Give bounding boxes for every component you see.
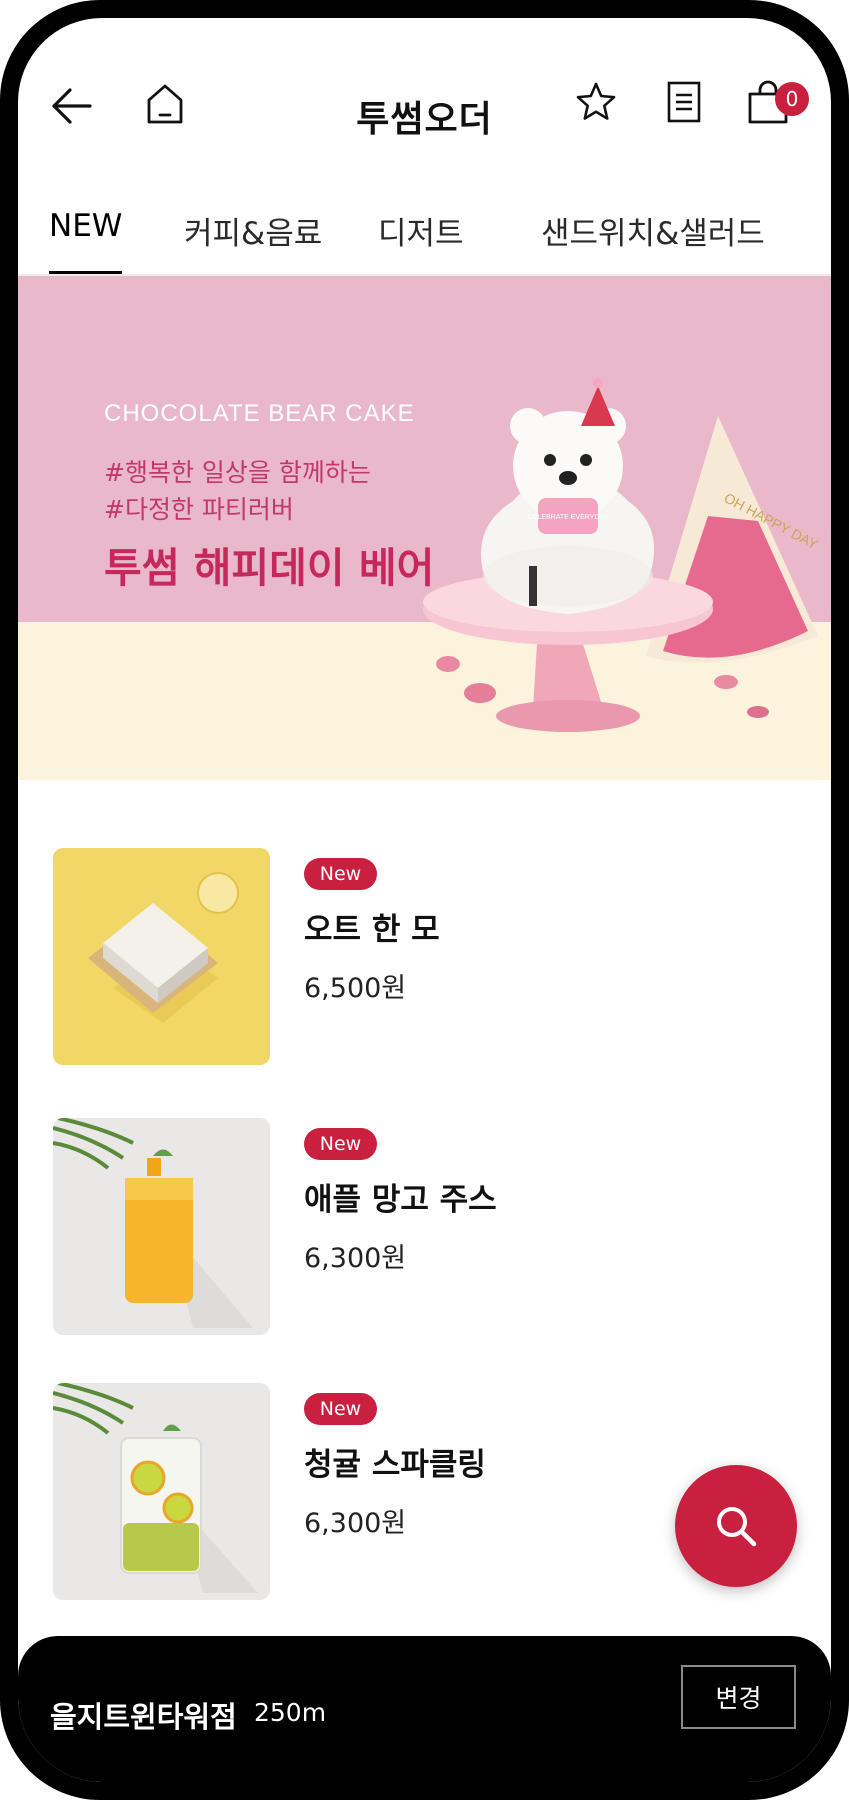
search-fab-button[interactable] (675, 1465, 797, 1587)
star-icon[interactable] (574, 80, 618, 124)
list-item[interactable]: New 애플 망고 주스 6,300원 (18, 1118, 831, 1338)
bear-cake-illustration: OH HAPPY DAY CELEBRATE EVERYDAY (423, 378, 821, 732)
receipt-icon[interactable] (666, 80, 702, 124)
product-name: 청귤 스파클링 (304, 1447, 486, 1483)
product-price: 6,500원 (304, 973, 407, 1004)
list-item[interactable]: New 오트 한 모 6,500원 (18, 848, 831, 1068)
store-selector-bar: 을지트윈타워점 250m 변경 (18, 1636, 831, 1782)
product-price: 6,300원 (304, 1508, 407, 1539)
new-badge: New (304, 1128, 377, 1160)
new-badge: New (304, 1393, 377, 1425)
product-image-green-tangerine-sparkling (53, 1383, 270, 1600)
cart-count-badge: 0 (775, 82, 809, 116)
tab-coffee-drinks[interactable]: 커피&음료 (184, 208, 322, 253)
page-title: 투썸오더 (356, 99, 493, 140)
product-image-oat-tofu (53, 848, 270, 1065)
banner-title: 투썸 해피데이 베어 (104, 544, 435, 592)
product-name: 애플 망고 주스 (304, 1182, 497, 1218)
banner-hashtag-2: #다정한 파티러버 (104, 495, 294, 524)
new-badge: New (304, 858, 377, 890)
cake-plaque-text: CELEBRATE EVERYDAY (528, 514, 609, 521)
product-image-apple-mango-juice (53, 1118, 270, 1335)
banner-hashtag-1: #행복한 일상을 함께하는 (104, 458, 371, 487)
tab-new[interactable]: NEW (49, 208, 122, 244)
promo-banner[interactable]: OH HAPPY DAY CELEBRATE EVERYDAY CHOCOLAT… (18, 276, 831, 780)
app-screen: 투썸오더 0 NEW 커피&음료 디저트 샌드위치&샐러드 OH HAPPY D… (18, 18, 831, 1782)
search-icon (717, 1507, 757, 1547)
store-distance: 250m (254, 1698, 327, 1727)
tab-sandwich-salad[interactable]: 샌드위치&샐러드 (541, 208, 765, 253)
phone-frame: 투썸오더 0 NEW 커피&음료 디저트 샌드위치&샐러드 OH HAPPY D… (0, 0, 849, 1800)
store-name: 을지트윈타워점 (50, 1700, 237, 1734)
active-tab-indicator (49, 271, 122, 274)
tab-dessert[interactable]: 디저트 (378, 208, 464, 253)
banner-subtitle: CHOCOLATE BEAR CAKE (104, 400, 415, 427)
product-name: 오트 한 모 (304, 912, 440, 948)
change-store-button[interactable]: 변경 (681, 1665, 796, 1729)
top-header: 투썸오더 0 (18, 18, 831, 188)
category-tabs: NEW 커피&음료 디저트 샌드위치&샐러드 (18, 188, 831, 276)
product-price: 6,300원 (304, 1243, 407, 1274)
